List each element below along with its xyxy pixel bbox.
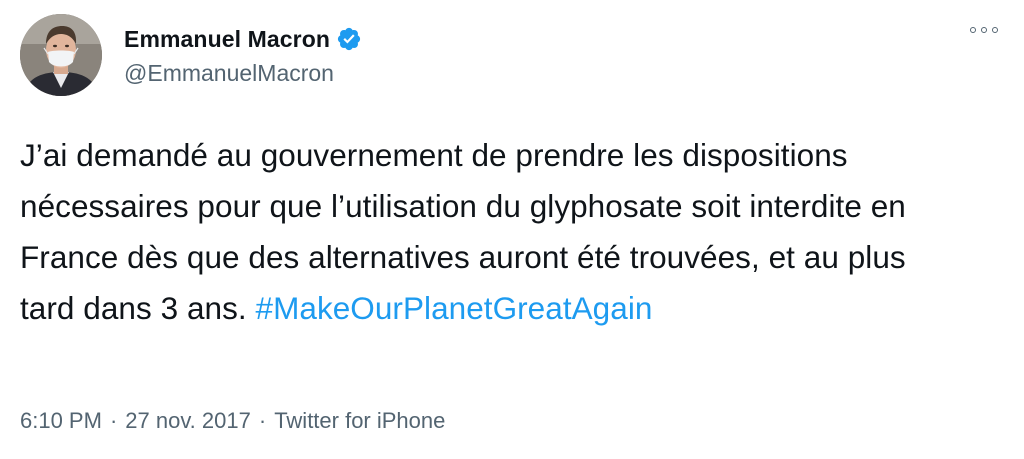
- tweet-meta: 6:10 PM · 27 nov. 2017 · Twitter for iPh…: [20, 408, 445, 434]
- name-row: Emmanuel Macron: [124, 24, 362, 54]
- more-dot: [992, 27, 998, 33]
- tweet-source[interactable]: Twitter for iPhone: [274, 408, 445, 434]
- hashtag-link[interactable]: #MakeOurPlanetGreatAgain: [256, 290, 653, 326]
- more-options-icon[interactable]: [970, 22, 998, 38]
- tweet-date[interactable]: 27 nov. 2017: [125, 408, 251, 434]
- more-dot: [970, 27, 976, 33]
- tweet-header: Emmanuel Macron @EmmanuelMacron: [20, 14, 1004, 96]
- tweet-text: J’ai demandé au gouvernement de prendre …: [20, 130, 920, 334]
- meta-separator: ·: [109, 408, 118, 433]
- author-display-name[interactable]: Emmanuel Macron: [124, 26, 330, 53]
- more-dot: [981, 27, 987, 33]
- author-handle[interactable]: @EmmanuelMacron: [124, 60, 362, 87]
- avatar-photo-icon: [20, 14, 102, 96]
- tweet-time[interactable]: 6:10 PM: [20, 408, 102, 434]
- meta-separator: ·: [258, 408, 267, 433]
- author-names: Emmanuel Macron @EmmanuelMacron: [124, 24, 362, 87]
- verified-badge-icon: [337, 27, 361, 51]
- author-avatar[interactable]: [20, 14, 102, 96]
- tweet-card: Emmanuel Macron @EmmanuelMacron J’ai dem…: [0, 0, 1024, 459]
